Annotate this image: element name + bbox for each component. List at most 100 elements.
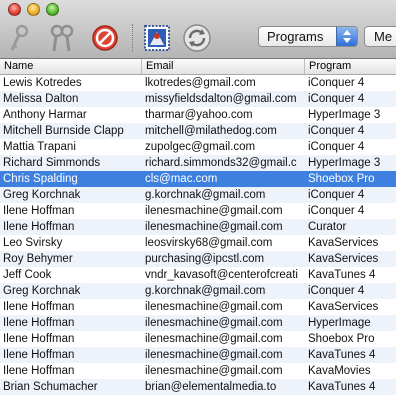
cell-program: KavaTunes 4	[308, 349, 376, 361]
table-header: Name Email Program	[0, 59, 396, 75]
table-row[interactable]: Lewis Kotredes lkotredes@gmail.com iConque…	[0, 75, 396, 91]
cell-program: HyperImage 3	[308, 157, 381, 169]
cell-name: Lewis Kotredes	[3, 77, 82, 89]
cell-name: Jeff Cook	[3, 269, 52, 281]
table-row[interactable]: Ilene Hoffman ilenesmachine@gmail.com Hype…	[0, 315, 396, 331]
table-row[interactable]: Mattia Trapani zupolgec@gmail.com iConquer…	[0, 139, 396, 155]
cell-email: ilenesmachine@gmail.com	[145, 365, 283, 377]
table-row[interactable]: Chris Spalding cls@mac.com Shoebox Pro	[0, 171, 396, 187]
cell-name: Anthony Harmar	[3, 109, 87, 121]
cell-name: Richard Simmonds	[3, 157, 101, 169]
column-header-email[interactable]: Email	[142, 59, 305, 74]
minimize-window-button[interactable]	[27, 3, 40, 16]
table-row[interactable]: Anthony Harmar tharmar@yahoo.com HyperImag…	[0, 107, 396, 123]
cell-name: Greg Korchnak	[3, 189, 81, 201]
table-row[interactable]: Brian Schumacher brian@elementalmedia.to K…	[0, 379, 396, 395]
cell-email: mitchell@milathedog.com	[145, 125, 277, 137]
cell-program: iConquer 4	[308, 285, 365, 297]
cell-email: ilenesmachine@gmail.com	[145, 301, 283, 313]
cell-name: Ilene Hoffman	[3, 301, 75, 313]
cell-email: ilenesmachine@gmail.com	[145, 317, 283, 329]
table-row[interactable]: Ilene Hoffman ilenesmachine@gmail.com Kava…	[0, 347, 396, 363]
cell-email: ilenesmachine@gmail.com	[145, 333, 283, 345]
block-icon[interactable]	[89, 22, 121, 54]
cell-email: lkotredes@gmail.com	[145, 77, 256, 89]
cell-name: Mattia Trapani	[3, 141, 76, 153]
cell-email: tharmar@yahoo.com	[145, 109, 253, 121]
cell-email: purchasing@ipcstl.com	[145, 253, 265, 265]
keys-icon[interactable]	[46, 22, 78, 54]
cell-name: Ilene Hoffman	[3, 333, 75, 345]
cell-program: Shoebox Pro	[308, 333, 375, 345]
cell-name: Ilene Hoffman	[3, 221, 75, 233]
cell-program: KavaServices	[308, 237, 379, 249]
table-row[interactable]: Ilene Hoffman ilenesmachine@gmail.com Cura…	[0, 219, 396, 235]
zoom-window-button[interactable]	[46, 3, 59, 16]
cell-name: Roy Behymer	[3, 253, 73, 265]
cell-program: iConquer 4	[308, 141, 365, 153]
cell-email: missyfieldsdalton@gmail.com	[145, 93, 297, 105]
table-row[interactable]: Greg Korchnak g.korchnak@gmail.com iConque…	[0, 187, 396, 203]
table-body: Lewis Kotredes lkotredes@gmail.com iConque…	[0, 75, 396, 396]
cell-program: iConquer 4	[308, 205, 365, 217]
cell-email: ilenesmachine@gmail.com	[145, 221, 283, 233]
cell-name: Leo Svirsky	[3, 237, 63, 249]
cell-email: leosvirsky68@gmail.com	[145, 237, 273, 249]
cell-program: Curator	[308, 221, 347, 233]
cell-program: KavaMovies	[308, 365, 371, 377]
column-header-name[interactable]: Name	[0, 59, 142, 74]
key-icon[interactable]	[4, 22, 36, 54]
toolbar: Programs Me	[0, 0, 396, 59]
cell-name: Ilene Hoffman	[3, 317, 75, 329]
cell-email: richard.simmonds32@gmail.c	[145, 157, 297, 169]
cell-name: Mitchell Burnside Clapp	[3, 125, 124, 137]
app-window: Programs Me Name Email Program Lewis Kot…	[0, 0, 396, 396]
cell-email: brian@elementalmedia.to	[145, 381, 277, 393]
table-row[interactable]: Melissa Dalton missyfieldsdalton@gmail.co…	[0, 91, 396, 107]
cell-email: zupolgec@gmail.com	[145, 141, 256, 153]
cell-name: Chris Spalding	[3, 173, 78, 185]
close-window-button[interactable]	[8, 3, 21, 16]
table-row[interactable]: Leo Svirsky leosvirsky68@gmail.com KavaSer…	[0, 235, 396, 251]
table-row[interactable]: Ilene Hoffman ilenesmachine@gmail.com Kava…	[0, 363, 396, 379]
cell-program: HyperImage	[308, 317, 371, 329]
cell-program: iConquer 4	[308, 189, 365, 201]
cell-email: g.korchnak@gmail.com	[145, 189, 266, 201]
cell-email: g.korchnak@gmail.com	[145, 285, 266, 297]
cell-name: Greg Korchnak	[3, 285, 81, 297]
cell-program: KavaTunes 4	[308, 269, 376, 281]
cell-name: Ilene Hoffman	[3, 205, 75, 217]
cell-program: Shoebox Pro	[308, 173, 375, 185]
program-filter-label: Programs	[267, 29, 324, 44]
cell-email: ilenesmachine@gmail.com	[145, 205, 283, 217]
table-row[interactable]: Ilene Hoffman ilenesmachine@gmail.com iCon…	[0, 203, 396, 219]
stamp-icon[interactable]	[141, 22, 173, 54]
table-row[interactable]: Ilene Hoffman ilenesmachine@gmail.com Shoe…	[0, 331, 396, 347]
table-row[interactable]: Greg Korchnak g.korchnak@gmail.com iConque…	[0, 283, 396, 299]
table-row[interactable]: Roy Behymer purchasing@ipcstl.com KavaServ…	[0, 251, 396, 267]
sync-icon[interactable]	[181, 22, 213, 54]
cell-program: iConquer 4	[308, 93, 365, 105]
table-row[interactable]: Jeff Cook vndr_kavasoft@centerofcreati Kav…	[0, 267, 396, 283]
table-row[interactable]: Ilene Hoffman ilenesmachine@gmail.com Kava…	[0, 299, 396, 315]
cell-program: KavaServices	[308, 253, 379, 265]
cell-name: Ilene Hoffman	[3, 365, 75, 377]
cell-name: Melissa Dalton	[3, 93, 79, 105]
cell-program: KavaServices	[308, 301, 379, 313]
popup-arrows-icon	[336, 27, 357, 46]
cell-name: Brian Schumacher	[3, 381, 98, 393]
table-row[interactable]: Richard Simmonds richard.simmonds32@gmail…	[0, 155, 396, 171]
column-header-program[interactable]: Program	[305, 59, 396, 74]
cell-email: ilenesmachine@gmail.com	[145, 349, 283, 361]
cell-program: KavaTunes 4	[308, 381, 376, 393]
cell-program: HyperImage 3	[308, 109, 381, 121]
menu-button[interactable]: Me	[364, 26, 396, 47]
program-filter-popup[interactable]: Programs	[258, 26, 358, 47]
cell-program: iConquer 4	[308, 125, 365, 137]
table-row[interactable]: Mitchell Burnside Clapp mitchell@milathed…	[0, 123, 396, 139]
cell-email: vndr_kavasoft@centerofcreati	[145, 269, 298, 281]
cell-program: iConquer 4	[308, 77, 365, 89]
cell-email: cls@mac.com	[145, 173, 218, 185]
toolbar-separator	[132, 24, 133, 52]
cell-name: Ilene Hoffman	[3, 349, 75, 361]
